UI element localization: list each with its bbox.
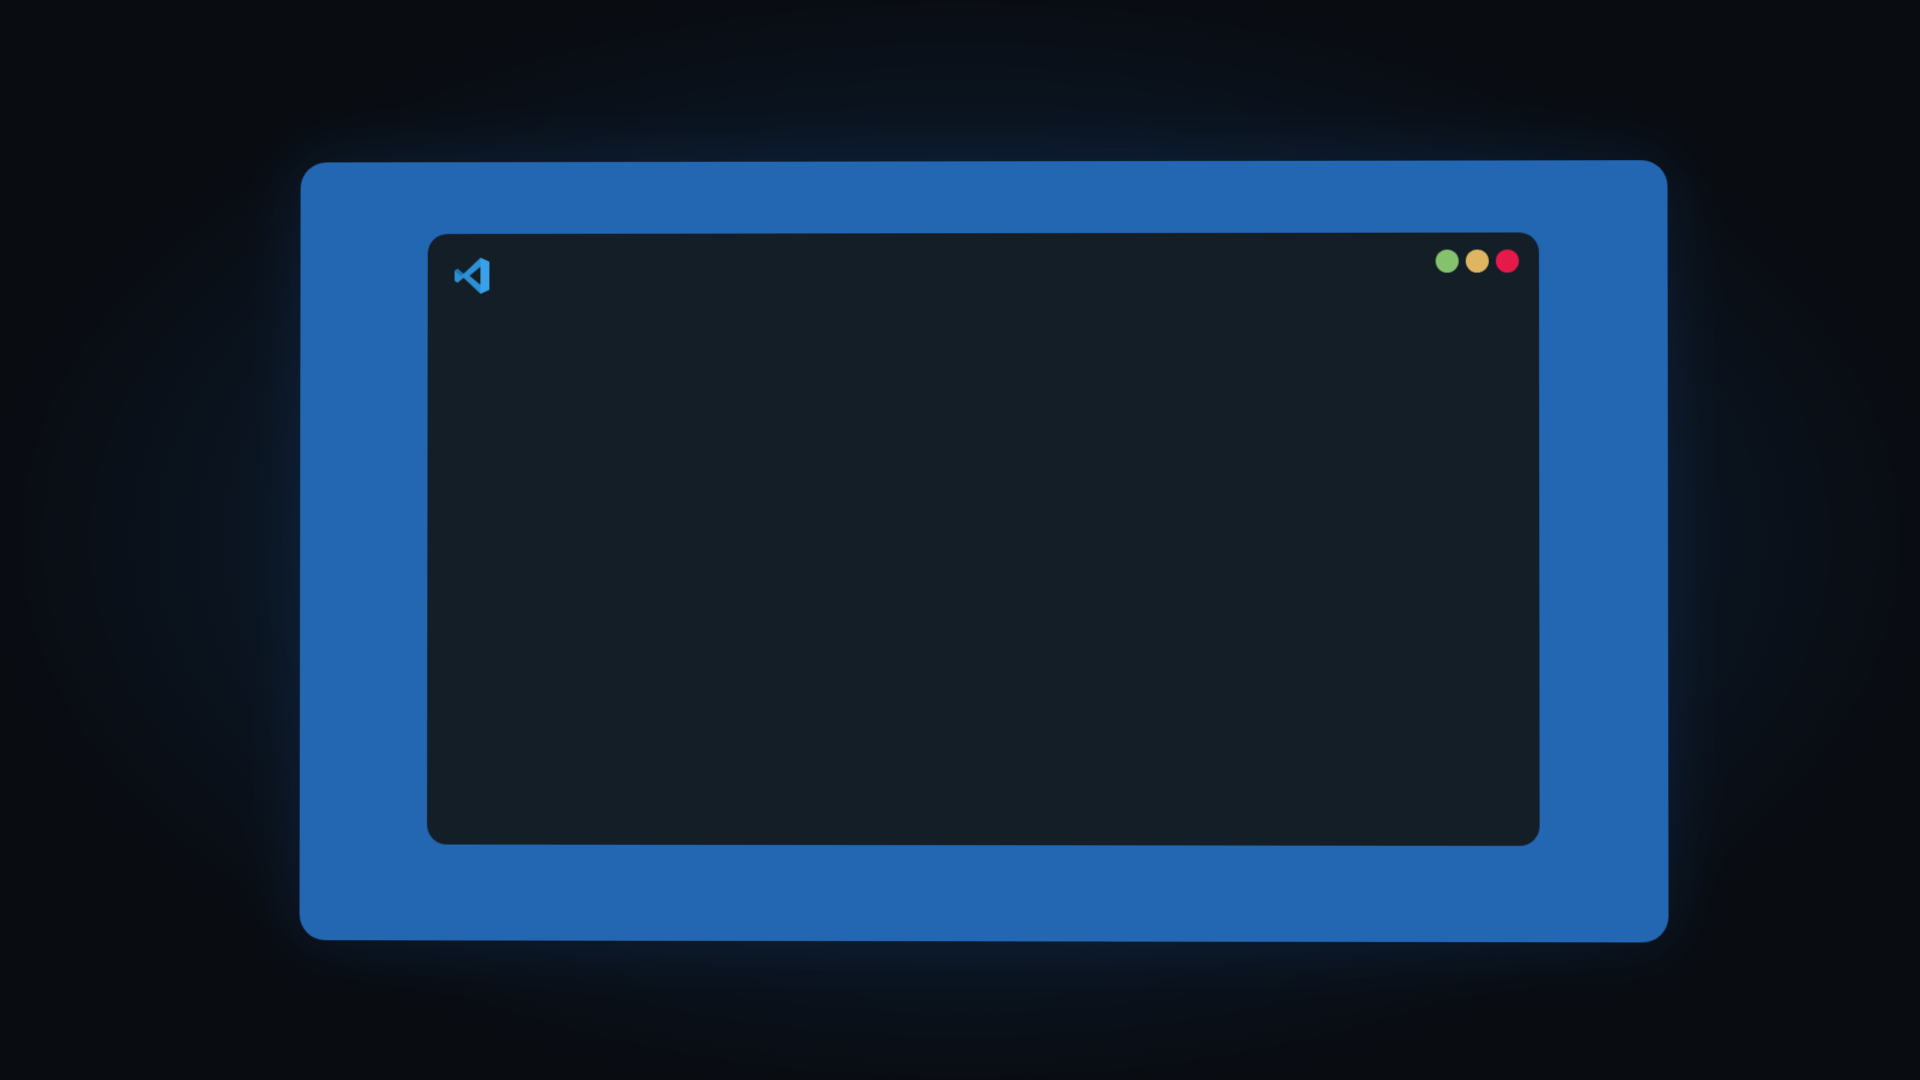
- app-window: [427, 232, 1540, 846]
- desktop-frame: [299, 160, 1669, 943]
- vscode-logo-icon: [452, 254, 496, 298]
- green-dot-icon[interactable]: [1435, 249, 1459, 273]
- window-controls: [1435, 249, 1519, 273]
- red-dot-icon[interactable]: [1495, 249, 1519, 273]
- editor-workspace[interactable]: [427, 303, 1540, 846]
- yellow-dot-icon[interactable]: [1465, 249, 1489, 273]
